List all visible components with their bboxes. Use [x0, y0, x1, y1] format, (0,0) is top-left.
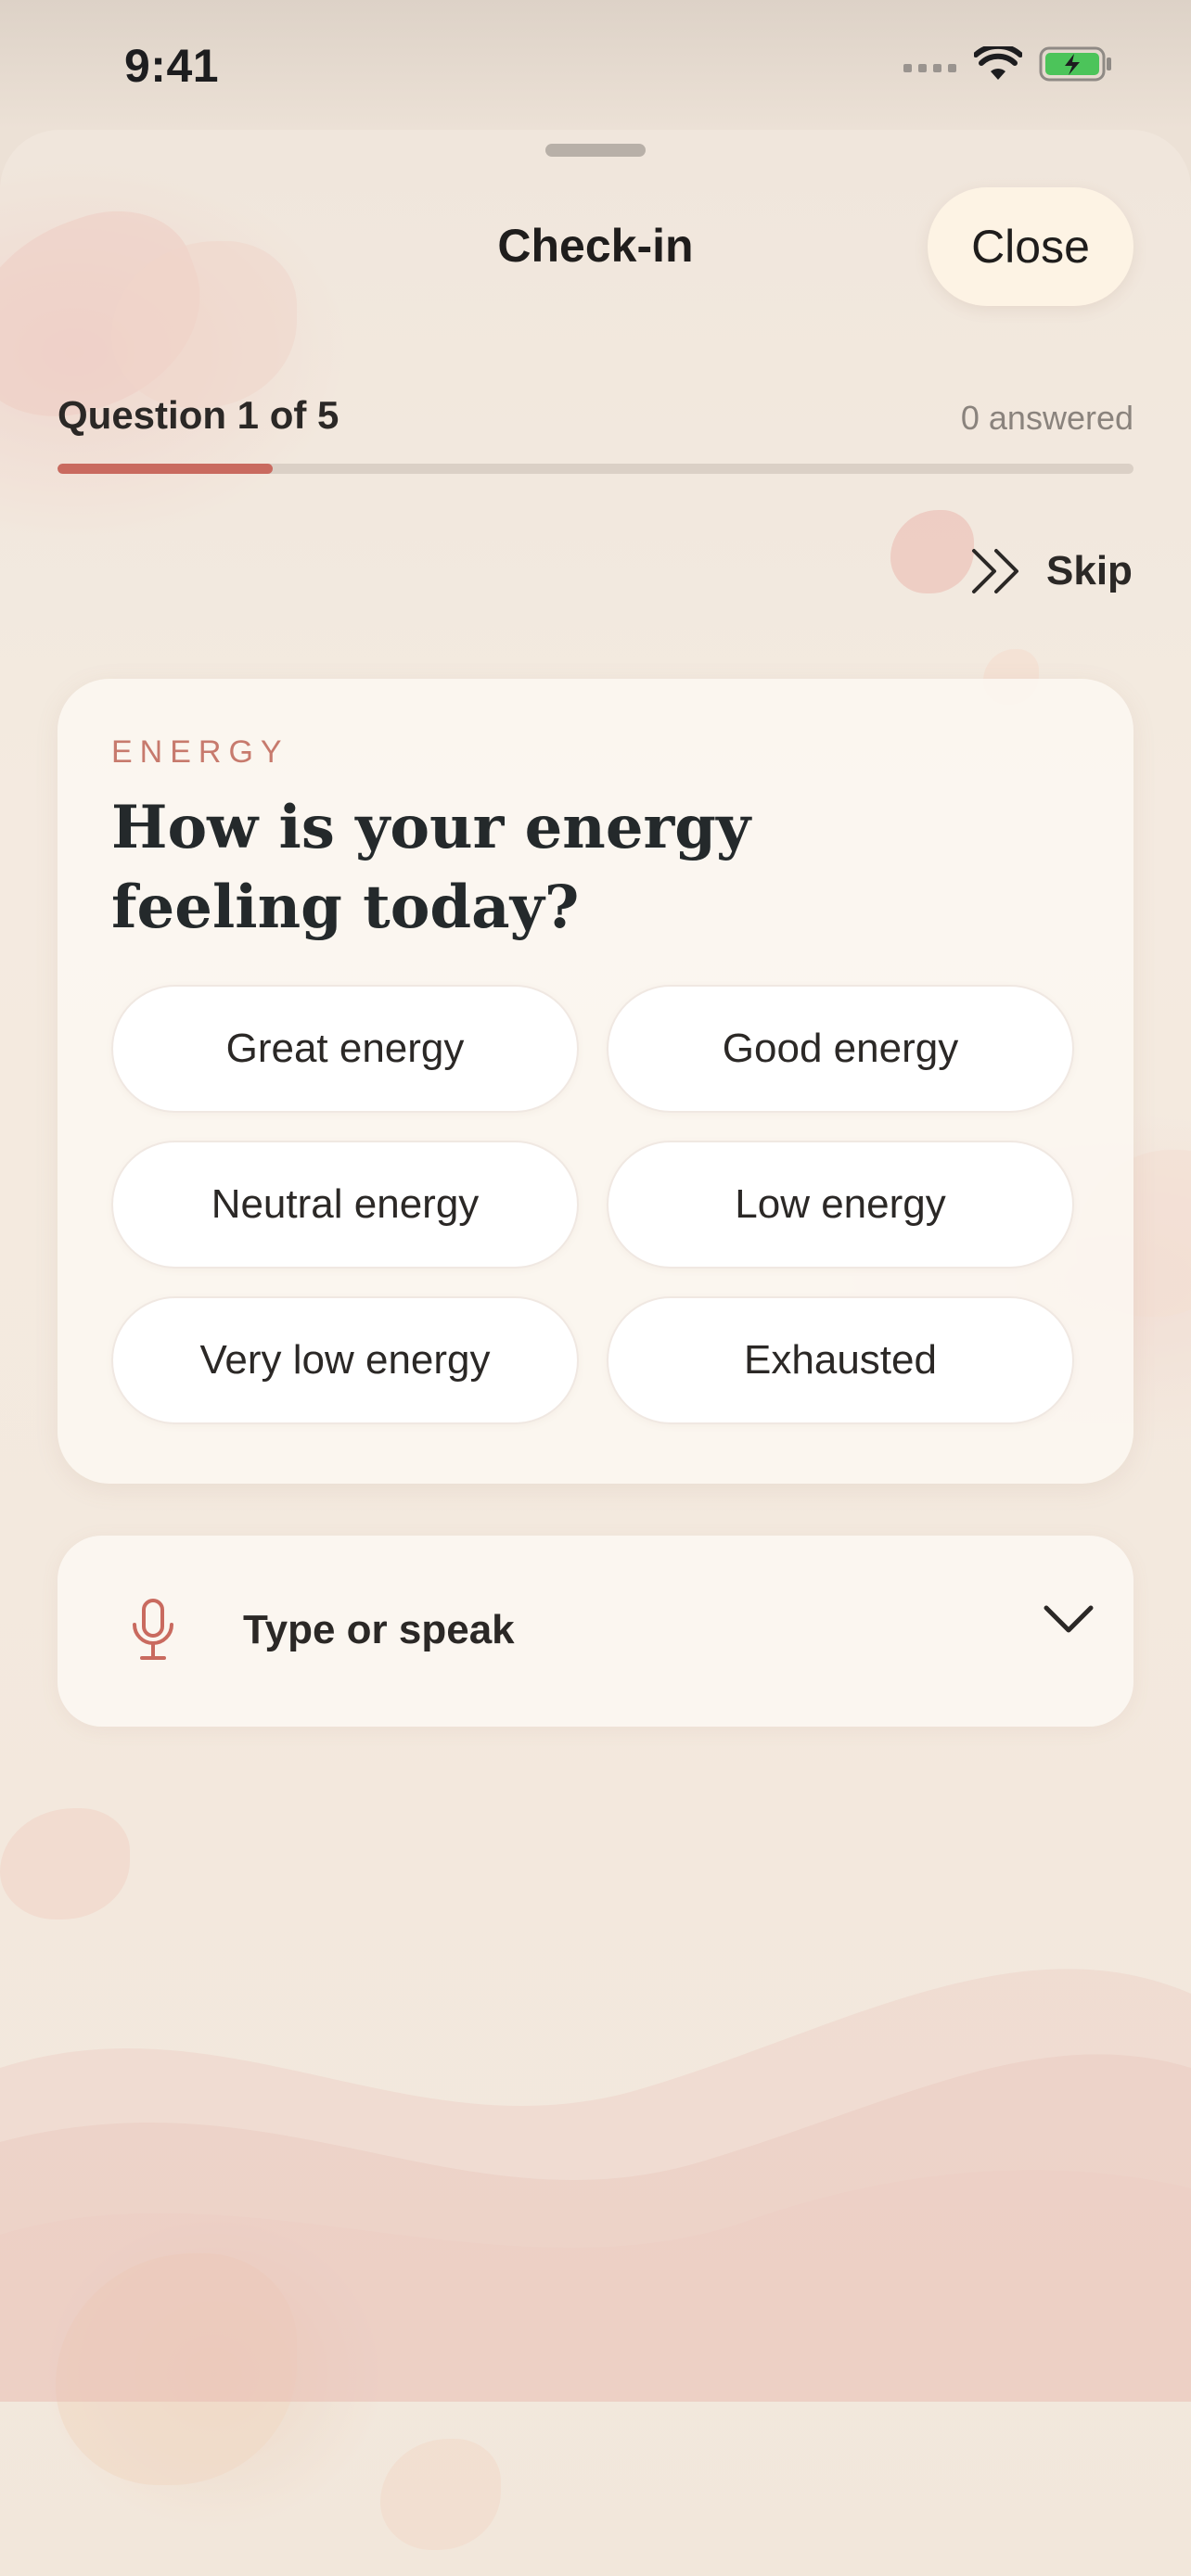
response-input[interactable] — [243, 1591, 948, 1669]
chevron-down-icon[interactable] — [1043, 1600, 1095, 1638]
response-input-bar — [58, 1536, 1133, 1727]
skip-label: Skip — [1046, 548, 1133, 593]
status-time: 9:41 — [124, 40, 220, 92]
answer-options: Great energy Good energy Neutral energy … — [111, 985, 1074, 1424]
battery-icon — [1039, 46, 1111, 82]
progress-fill — [58, 464, 273, 474]
question-card: ENERGY How is your energy feeling today?… — [58, 679, 1133, 1484]
option-very-low-energy[interactable]: Very low energy — [111, 1296, 579, 1424]
signal-icon — [903, 64, 956, 72]
skip-icon — [972, 549, 1018, 593]
option-neutral-energy[interactable]: Neutral energy — [111, 1141, 579, 1269]
option-great-energy[interactable]: Great energy — [111, 985, 579, 1113]
skip-button[interactable]: Skip — [970, 547, 1133, 595]
mic-icon[interactable] — [130, 1597, 176, 1665]
question-progress-label: Question 1 of 5 — [58, 393, 339, 437]
sheet-grabber[interactable] — [545, 144, 646, 157]
option-low-energy[interactable]: Low energy — [607, 1141, 1074, 1269]
status-icons — [903, 46, 1113, 82]
option-exhausted[interactable]: Exhausted — [607, 1296, 1074, 1424]
close-button[interactable]: Close — [928, 187, 1133, 306]
option-good-energy[interactable]: Good energy — [607, 985, 1074, 1113]
question-text: How is your energy feeling today? — [111, 793, 751, 942]
progress-bar — [58, 464, 1133, 474]
question-category: ENERGY — [111, 734, 289, 770]
status-bar: 9:41 — [0, 0, 1191, 130]
answered-count: 0 answered — [960, 399, 1133, 437]
wifi-icon — [974, 46, 1022, 80]
